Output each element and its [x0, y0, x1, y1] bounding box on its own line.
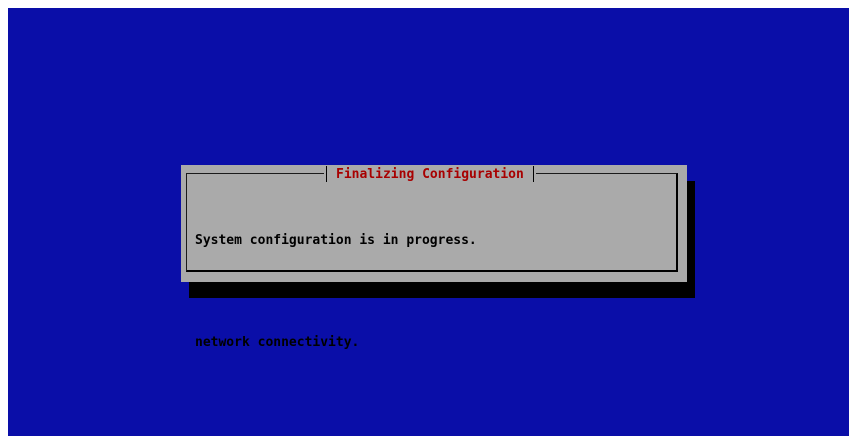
dialog-title-bar: Finalizing Configuration: [324, 165, 536, 183]
title-right-tick: [532, 166, 534, 182]
terminal-screen: Finalizing Configuration System configur…: [8, 8, 849, 436]
message-line-2: This process may take approximately 30-4…: [195, 284, 681, 299]
dialog-message: System configuration is in progress. Thi…: [195, 198, 680, 385]
progress-dialog: Finalizing Configuration System configur…: [181, 165, 687, 350]
dialog-title: Finalizing Configuration: [336, 166, 524, 182]
message-line-3: network connectivity.: [195, 335, 360, 350]
message-line-1: System configuration is in progress.: [195, 233, 477, 248]
